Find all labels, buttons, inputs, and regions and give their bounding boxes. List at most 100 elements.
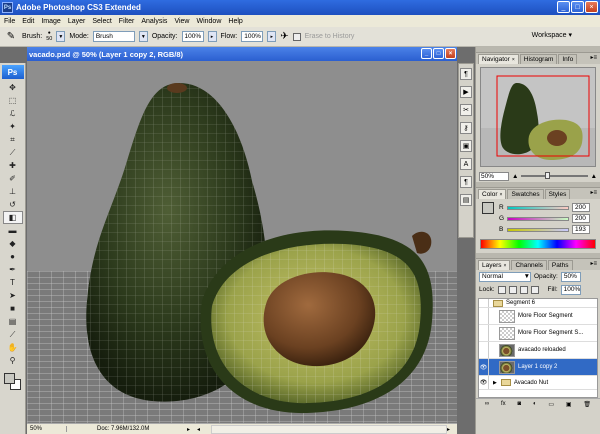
close-tab-icon[interactable]: × [512, 57, 515, 63]
tab-channels[interactable]: Channels [511, 260, 547, 270]
blend-mode-select[interactable]: Normal ▼ [479, 271, 531, 282]
menu-layer[interactable]: Layer [68, 18, 86, 25]
layer-more-floor-segment[interactable]: More Floor Segment [479, 308, 597, 325]
airbrush-icon[interactable]: ✈ [280, 31, 288, 42]
horizontal-scrollbar[interactable] [211, 424, 447, 434]
layer-comps-panel-icon[interactable]: ✂ [460, 104, 472, 116]
eye-icon[interactable]: 👁 [479, 359, 489, 375]
status-menu-arrow-icon[interactable]: ▸ [187, 426, 197, 433]
doc-maximize-button[interactable]: □ [433, 48, 444, 59]
pen-tool-icon[interactable]: ✒ [3, 263, 23, 276]
layer-group-avacado-nut[interactable]: 👁 ▶ Avacado Nut [479, 376, 597, 390]
eraser-tool-icon[interactable]: ◧ [2, 211, 23, 224]
foreground-color-swatch[interactable] [4, 373, 15, 384]
type-tool-icon[interactable]: T [3, 276, 23, 289]
panel-menu-icon[interactable]: ▸≡ [590, 189, 597, 196]
actions-panel-icon[interactable]: ▤ [460, 194, 472, 206]
healing-brush-tool-icon[interactable]: ✚ [3, 159, 23, 172]
tab-swatches[interactable]: Swatches [507, 189, 544, 199]
layer-layer-1-copy-2[interactable]: 👁 Layer 1 copy 2 [479, 359, 597, 376]
visibility-toggle[interactable] [479, 325, 489, 341]
brush-preset-picker[interactable]: ● 50 [46, 31, 52, 43]
crop-tool-icon[interactable]: ⌗ [3, 133, 23, 146]
menu-select[interactable]: Select [92, 18, 111, 25]
mode-select[interactable]: Brush [92, 31, 135, 42]
lock-position-icon[interactable] [519, 285, 528, 294]
menu-filter[interactable]: Filter [119, 18, 135, 25]
scroll-right-icon[interactable]: ▸ [447, 426, 457, 433]
doc-minimize-button[interactable]: _ [421, 48, 432, 59]
shape-tool-icon[interactable]: ■ [3, 302, 23, 315]
panel-menu-icon[interactable]: ▸≡ [590, 54, 597, 61]
lasso-tool-icon[interactable]: ℒ [3, 107, 23, 120]
layer-style-icon[interactable]: fx [501, 401, 506, 407]
blue-value-input[interactable]: 193 [572, 225, 590, 234]
menu-view[interactable]: View [174, 18, 189, 25]
history-panel-icon[interactable]: ▣ [460, 140, 472, 152]
panel-menu-icon[interactable]: ▸≡ [590, 260, 597, 267]
close-tab-icon[interactable]: × [504, 263, 507, 269]
red-value-input[interactable]: 200 [572, 203, 590, 212]
clone-source-panel-icon[interactable]: ⚷ [460, 122, 472, 134]
lock-transparency-icon[interactable] [497, 285, 506, 294]
magic-wand-tool-icon[interactable]: ✦ [3, 120, 23, 133]
navigator-zoom-slider[interactable] [521, 172, 588, 179]
maximize-button[interactable]: □ [571, 1, 584, 13]
tab-color[interactable]: Color × [478, 189, 507, 199]
zoom-in-icon[interactable]: ▲ [591, 173, 597, 180]
new-group-icon[interactable]: ▭ [548, 401, 554, 408]
notes-tool-icon[interactable]: ▤ [3, 315, 23, 328]
brush-tool-icon[interactable]: ✐ [3, 172, 23, 185]
workspace-menu[interactable]: Workspace ▾ [532, 31, 572, 39]
character-panel-icon[interactable]: A [460, 158, 472, 170]
tab-histogram[interactable]: Histogram [519, 54, 558, 64]
tab-info[interactable]: Info [558, 54, 578, 64]
close-tab-icon[interactable]: × [500, 192, 503, 198]
navigator-zoom-input[interactable]: 50% [479, 171, 509, 181]
brush-dropdown-arrow[interactable]: ▼ [56, 31, 66, 42]
tab-layers[interactable]: Layers × [478, 260, 511, 270]
brushes-panel-icon[interactable]: ¶ [460, 68, 472, 80]
gradient-tool-icon[interactable]: ▬ [3, 224, 23, 237]
blue-slider[interactable] [507, 227, 569, 232]
paragraph-panel-icon[interactable]: ¶ [460, 176, 472, 188]
fill-input[interactable]: 100% [560, 284, 581, 295]
layer-opacity-input[interactable]: 50% [560, 271, 581, 282]
doc-close-button[interactable]: × [445, 48, 456, 59]
expand-triangle-icon[interactable]: ▶ [493, 380, 497, 386]
dodge-tool-icon[interactable]: ● [3, 250, 23, 263]
green-value-input[interactable]: 200 [572, 214, 590, 223]
image-canvas[interactable] [27, 61, 457, 423]
close-button[interactable]: × [585, 1, 598, 13]
history-brush-tool-icon[interactable]: ↺ [3, 198, 23, 211]
new-layer-icon[interactable]: ▣ [566, 401, 572, 408]
flow-slider-arrow[interactable]: ▸ [267, 31, 277, 42]
visibility-toggle[interactable] [479, 342, 489, 358]
flow-input[interactable]: 100% [241, 31, 264, 42]
hand-tool-icon[interactable]: ✋ [3, 341, 23, 354]
layer-avacado-reloaded[interactable]: avacado reloaded [479, 342, 597, 359]
opacity-slider-arrow[interactable]: ▸ [207, 31, 217, 42]
tab-styles[interactable]: Styles [544, 189, 571, 199]
zoom-out-icon[interactable]: ▲ [512, 173, 518, 180]
layer-group-segment-6[interactable]: Segment 6 [479, 299, 597, 308]
lock-all-icon[interactable] [530, 285, 539, 294]
document-zoom[interactable]: 50% [27, 426, 67, 432]
opacity-input[interactable]: 100% [181, 31, 204, 42]
menu-analysis[interactable]: Analysis [141, 18, 167, 25]
blur-tool-icon[interactable]: ◆ [3, 237, 23, 250]
scroll-left-icon[interactable]: ◂ [197, 426, 207, 433]
tool-presets-panel-icon[interactable]: ▶ [460, 86, 472, 98]
menu-edit[interactable]: Edit [22, 18, 34, 25]
eyedropper-tool-2-icon[interactable]: ⟋ [3, 328, 23, 341]
visibility-toggle[interactable] [479, 308, 489, 324]
layer-more-floor-segment-s[interactable]: More Floor Segment S... [479, 325, 597, 342]
color-swatches[interactable] [0, 371, 25, 395]
tab-paths[interactable]: Paths [547, 260, 573, 270]
adjustment-layer-icon[interactable]: ◐ [533, 401, 537, 407]
green-slider[interactable] [507, 216, 569, 221]
zoom-tool-icon[interactable]: ⚲ [3, 354, 23, 367]
erase-to-history-checkbox[interactable] [292, 32, 301, 41]
menu-file[interactable]: File [4, 18, 15, 25]
tab-navigator[interactable]: Navigator × [478, 54, 519, 64]
